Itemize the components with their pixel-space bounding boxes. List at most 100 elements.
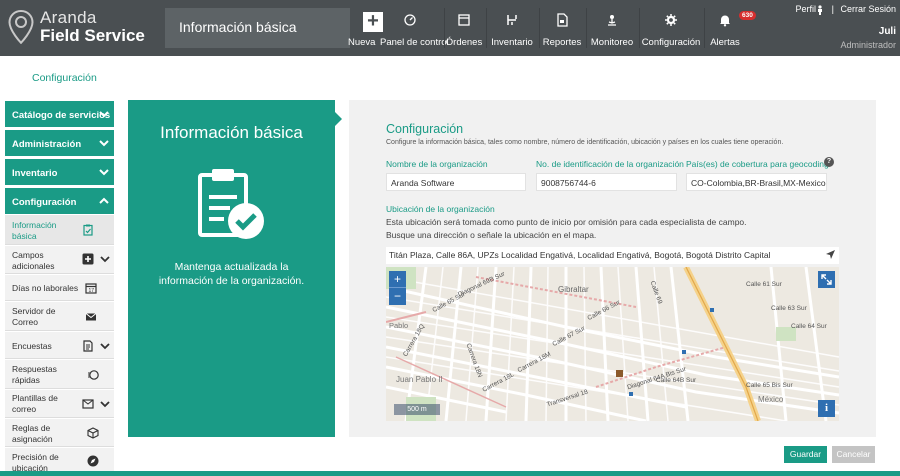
nav-monitor[interactable]: Monitoreo xyxy=(587,8,637,48)
fullscreen-button[interactable] xyxy=(818,271,835,288)
nav-orders-label: Órdenes xyxy=(445,37,483,48)
sidebar-section-label: Inventario xyxy=(12,168,58,179)
nav-reports-label: Reportes xyxy=(542,37,582,48)
brand-name-line2: Field Service xyxy=(40,26,145,45)
map-label: Carrera 18M xyxy=(516,350,552,375)
logout-link[interactable]: Cerrar Sesión xyxy=(840,4,896,14)
map-label: México xyxy=(758,395,784,404)
zoom-out-button[interactable]: − xyxy=(389,287,406,304)
sidebar-section-label: Configuración xyxy=(12,197,77,208)
map-label: Transversal 18 xyxy=(545,388,589,409)
map-label: Gibraltar xyxy=(558,285,589,294)
sidebar-item-quick-replies[interactable]: Respuestas rápidas xyxy=(5,360,114,389)
navigation-icon xyxy=(87,455,99,467)
sidebar-item-additional-fields[interactable]: Campos adicionales xyxy=(5,246,114,274)
map-scale: 500 m xyxy=(394,404,440,415)
help-icon[interactable]: ? xyxy=(824,157,834,167)
org-id-label: No. de identificación de la organización xyxy=(536,159,684,169)
location-hint-2: Busque una dirección o señale la ubicaci… xyxy=(386,230,597,240)
form-title: Configuración xyxy=(386,122,464,136)
map-info-button[interactable]: i xyxy=(818,400,835,417)
sidebar-item-label: Reglas de asignación xyxy=(12,423,53,444)
page-title: Información básica xyxy=(179,19,297,35)
sidebar-item-non-working-days[interactable]: Días no laborales 17 xyxy=(5,275,114,301)
org-id-input[interactable]: 9008756744-6 xyxy=(536,173,677,191)
sidebar-item-label: Servidor de Correo xyxy=(12,306,56,327)
map-label: Calle 63 Sur xyxy=(771,305,807,312)
user-name: Juli xyxy=(878,26,896,37)
zoom-in-button[interactable]: + xyxy=(389,271,406,287)
countries-label: País(es) de cobertura para geocoding xyxy=(686,159,829,169)
cancel-button[interactable]: Cancelar xyxy=(832,446,875,463)
sidebar-item-mail-server[interactable]: Servidor de Correo xyxy=(5,302,114,331)
location-label: Ubicación de la organización xyxy=(386,204,495,214)
map-label: Calle 66 Sur xyxy=(586,299,622,322)
page-title-bar: Información básica xyxy=(165,8,350,48)
map-label: Calle 67 Sur xyxy=(551,325,587,348)
sidebar-item-label: Información básica xyxy=(12,220,57,241)
map-label: Carrera 18L xyxy=(481,371,516,394)
map-labels: Diagonal 69B Sur Calle 65 Sur Gibraltar … xyxy=(386,267,839,421)
save-button[interactable]: Guardar xyxy=(784,446,827,463)
map-label: Juan Pablo II xyxy=(396,375,443,384)
nav-inventory[interactable]: Inventario xyxy=(487,8,537,48)
sidebar-item-assignment-rules[interactable]: Reglas de asignación xyxy=(5,419,114,447)
sidebar-item-surveys[interactable]: Encuestas xyxy=(5,332,114,359)
calendar-icon: 17 xyxy=(85,283,97,294)
plus-square-icon xyxy=(82,253,94,265)
sidebar-section-administration[interactable]: Administración xyxy=(5,130,114,156)
form-description: Configure la información básica, tales c… xyxy=(386,139,784,146)
brand-name-line1: Aranda xyxy=(40,8,97,27)
reports-icon xyxy=(557,13,568,27)
map[interactable]: Diagonal 69B Sur Calle 65 Sur Gibraltar … xyxy=(386,267,839,421)
map-label: Calle 65 Bis Sur xyxy=(746,382,793,389)
nav-inventory-label: Inventario xyxy=(491,37,533,48)
survey-icon xyxy=(83,340,93,352)
breadcrumb[interactable]: Configuración xyxy=(32,72,97,84)
locate-arrow-icon[interactable] xyxy=(825,249,836,260)
top-bar: Aranda Field Service Información básica … xyxy=(0,0,900,56)
map-label: Calle 64B Sur xyxy=(656,377,697,384)
sidebar-section-inventory[interactable]: Inventario xyxy=(5,159,114,185)
map-label: Calle 61 Sur xyxy=(746,281,782,288)
bottom-accent-bar xyxy=(0,471,900,476)
mail-template-icon xyxy=(82,399,94,409)
chevron-down-icon[interactable] xyxy=(100,399,110,409)
svg-text:17: 17 xyxy=(89,288,95,294)
sidebar-section-configuration[interactable]: Configuración xyxy=(5,188,114,214)
chevron-down-icon[interactable] xyxy=(100,341,110,351)
expand-icon xyxy=(821,274,832,285)
quick-reply-icon xyxy=(88,370,99,380)
clipboard-check-large-icon xyxy=(198,169,264,239)
sidebar-item-label: Encuestas xyxy=(12,341,52,351)
nav-configuration-label: Configuración xyxy=(641,37,701,48)
inventory-icon xyxy=(507,15,517,25)
chevron-down-icon[interactable] xyxy=(100,254,110,264)
brand-logo[interactable]: Aranda Field Service xyxy=(0,0,150,56)
clipboard-check-icon xyxy=(83,224,93,236)
org-name-input[interactable]: Aranda Software xyxy=(386,173,526,191)
chevron-down-icon xyxy=(99,169,109,176)
nav-reports[interactable]: Reportes xyxy=(540,8,584,48)
countries-input[interactable]: CO-Colombia,BR-Brasil,MX-Mexico,PE-Peru xyxy=(686,173,827,191)
sidebar-item-basic-info[interactable]: Información básica xyxy=(5,215,114,245)
info-card: Información básica Mantenga actualizada … xyxy=(128,100,335,437)
nav-alerts[interactable]: 630 Alertas xyxy=(705,8,756,48)
profile-link[interactable]: Perfil xyxy=(795,4,816,14)
user-separator: | xyxy=(831,4,834,14)
sidebar-item-label: Plantillas de correo xyxy=(12,393,58,414)
monitor-icon xyxy=(608,15,616,26)
sidebar-section-catalog[interactable]: Catálogo de servicios xyxy=(5,101,114,127)
nav-orders[interactable]: Órdenes xyxy=(445,8,483,48)
sidebar-section-label: Administración xyxy=(12,139,82,150)
config-panel: Configuración Configure la información b… xyxy=(349,100,876,437)
app-root: Aranda Field Service Información básica … xyxy=(0,0,900,476)
nav-monitor-label: Monitoreo xyxy=(590,37,634,48)
nav-dashboard[interactable]: Panel de control xyxy=(380,8,449,48)
sidebar-item-mail-templates[interactable]: Plantillas de correo xyxy=(5,390,114,418)
zoom-controls: + − xyxy=(389,271,406,305)
address-search-input[interactable]: Titán Plaza, Calle 86A, UPZs Localidad E… xyxy=(386,247,839,264)
map-label: Carrera 18N xyxy=(464,342,484,379)
nav-configuration[interactable]: Configuración xyxy=(640,8,702,48)
user-role: Administrador xyxy=(840,40,896,50)
